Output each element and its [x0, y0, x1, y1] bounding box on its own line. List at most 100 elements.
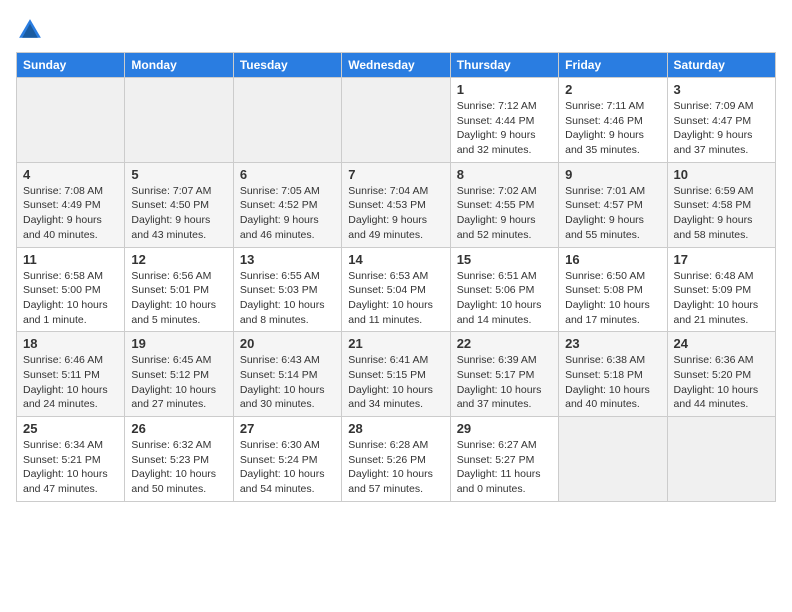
day-info: Sunrise: 6:28 AMSunset: 5:26 PMDaylight:…: [348, 438, 443, 497]
day-number: 21: [348, 336, 443, 351]
day-info: Sunrise: 7:02 AMSunset: 4:55 PMDaylight:…: [457, 184, 552, 243]
day-number: 15: [457, 252, 552, 267]
day-info: Sunrise: 6:30 AMSunset: 5:24 PMDaylight:…: [240, 438, 335, 497]
day-number: 1: [457, 82, 552, 97]
calendar-cell: 22 Sunrise: 6:39 AMSunset: 5:17 PMDayligh…: [450, 332, 558, 417]
day-info: Sunrise: 7:01 AMSunset: 4:57 PMDaylight:…: [565, 184, 660, 243]
day-info: Sunrise: 6:53 AMSunset: 5:04 PMDaylight:…: [348, 269, 443, 328]
calendar-cell: 11 Sunrise: 6:58 AMSunset: 5:00 PMDayligh…: [17, 247, 125, 332]
day-number: 22: [457, 336, 552, 351]
day-number: 9: [565, 167, 660, 182]
day-info: Sunrise: 7:11 AMSunset: 4:46 PMDaylight:…: [565, 99, 660, 158]
day-number: 5: [131, 167, 226, 182]
day-info: Sunrise: 7:12 AMSunset: 4:44 PMDaylight:…: [457, 99, 552, 158]
day-number: 24: [674, 336, 769, 351]
day-info: Sunrise: 6:48 AMSunset: 5:09 PMDaylight:…: [674, 269, 769, 328]
day-info: Sunrise: 7:07 AMSunset: 4:50 PMDaylight:…: [131, 184, 226, 243]
day-info: Sunrise: 6:43 AMSunset: 5:14 PMDaylight:…: [240, 353, 335, 412]
calendar-week-row: 18Sunrise: 6:46 AMSunset: 5:11 PMDayligh…: [17, 332, 776, 417]
calendar-cell: 28 Sunrise: 6:28 AMSunset: 5:26 PMDayligh…: [342, 417, 450, 502]
calendar-cell: 9 Sunrise: 7:01 AMSunset: 4:57 PMDaylight…: [559, 162, 667, 247]
day-info: Sunrise: 6:46 AMSunset: 5:11 PMDaylight:…: [23, 353, 118, 412]
calendar-cell: 13 Sunrise: 6:55 AMSunset: 5:03 PMDayligh…: [233, 247, 341, 332]
calendar-cell: 4 Sunrise: 7:08 AMSunset: 4:49 PMDaylight…: [17, 162, 125, 247]
calendar-cell: 7 Sunrise: 7:04 AMSunset: 4:53 PMDaylight…: [342, 162, 450, 247]
day-info: Sunrise: 6:50 AMSunset: 5:08 PMDaylight:…: [565, 269, 660, 328]
calendar-cell: 16 Sunrise: 6:50 AMSunset: 5:08 PMDayligh…: [559, 247, 667, 332]
day-info: Sunrise: 7:08 AMSunset: 4:49 PMDaylight:…: [23, 184, 118, 243]
calendar-cell: 29 Sunrise: 6:27 AMSunset: 5:27 PMDayligh…: [450, 417, 558, 502]
day-header-wednesday: Wednesday: [342, 53, 450, 78]
day-number: 4: [23, 167, 118, 182]
calendar-cell: 2 Sunrise: 7:11 AMSunset: 4:46 PMDaylight…: [559, 78, 667, 163]
day-number: 26: [131, 421, 226, 436]
day-info: Sunrise: 6:58 AMSunset: 5:00 PMDaylight:…: [23, 269, 118, 328]
calendar-table: SundayMondayTuesdayWednesdayThursdayFrid…: [16, 52, 776, 502]
logo: [16, 16, 48, 44]
calendar-cell: 5 Sunrise: 7:07 AMSunset: 4:50 PMDaylight…: [125, 162, 233, 247]
calendar-cell: 19 Sunrise: 6:45 AMSunset: 5:12 PMDayligh…: [125, 332, 233, 417]
logo-icon: [16, 16, 44, 44]
day-number: 17: [674, 252, 769, 267]
day-number: 6: [240, 167, 335, 182]
day-number: 8: [457, 167, 552, 182]
calendar-week-row: 4 Sunrise: 7:08 AMSunset: 4:49 PMDaylight…: [17, 162, 776, 247]
day-info: Sunrise: 6:32 AMSunset: 5:23 PMDaylight:…: [131, 438, 226, 497]
calendar-cell: 10 Sunrise: 6:59 AMSunset: 4:58 PMDayligh…: [667, 162, 775, 247]
day-number: 29: [457, 421, 552, 436]
calendar-cell: 12 Sunrise: 6:56 AMSunset: 5:01 PMDayligh…: [125, 247, 233, 332]
day-info: Sunrise: 6:41 AMSunset: 5:15 PMDaylight:…: [348, 353, 443, 412]
day-number: 14: [348, 252, 443, 267]
day-number: 20: [240, 336, 335, 351]
day-number: 25: [23, 421, 118, 436]
calendar-cell: [233, 78, 341, 163]
calendar-cell: 23 Sunrise: 6:38 AMSunset: 5:18 PMDayligh…: [559, 332, 667, 417]
calendar-week-row: 1 Sunrise: 7:12 AMSunset: 4:44 PMDaylight…: [17, 78, 776, 163]
day-info: Sunrise: 6:59 AMSunset: 4:58 PMDaylight:…: [674, 184, 769, 243]
calendar-cell: 24 Sunrise: 6:36 AMSunset: 5:20 PMDayligh…: [667, 332, 775, 417]
day-number: 19: [131, 336, 226, 351]
calendar-week-row: 25 Sunrise: 6:34 AMSunset: 5:21 PMDayligh…: [17, 417, 776, 502]
day-number: 28: [348, 421, 443, 436]
day-number: 23: [565, 336, 660, 351]
day-header-monday: Monday: [125, 53, 233, 78]
day-info: Sunrise: 6:55 AMSunset: 5:03 PMDaylight:…: [240, 269, 335, 328]
page-header: [16, 16, 776, 44]
calendar-cell: 18Sunrise: 6:46 AMSunset: 5:11 PMDayligh…: [17, 332, 125, 417]
day-info: Sunrise: 6:45 AMSunset: 5:12 PMDaylight:…: [131, 353, 226, 412]
calendar-cell: 15 Sunrise: 6:51 AMSunset: 5:06 PMDayligh…: [450, 247, 558, 332]
day-number: 10: [674, 167, 769, 182]
calendar-cell: [342, 78, 450, 163]
day-header-sunday: Sunday: [17, 53, 125, 78]
calendar-cell: 17 Sunrise: 6:48 AMSunset: 5:09 PMDayligh…: [667, 247, 775, 332]
calendar-cell: 20 Sunrise: 6:43 AMSunset: 5:14 PMDayligh…: [233, 332, 341, 417]
day-number: 27: [240, 421, 335, 436]
day-number: 16: [565, 252, 660, 267]
day-header-saturday: Saturday: [667, 53, 775, 78]
day-info: Sunrise: 6:36 AMSunset: 5:20 PMDaylight:…: [674, 353, 769, 412]
day-info: Sunrise: 7:09 AMSunset: 4:47 PMDaylight:…: [674, 99, 769, 158]
day-info: Sunrise: 6:56 AMSunset: 5:01 PMDaylight:…: [131, 269, 226, 328]
calendar-cell: [17, 78, 125, 163]
calendar-cell: [125, 78, 233, 163]
day-number: 12: [131, 252, 226, 267]
day-header-thursday: Thursday: [450, 53, 558, 78]
day-number: 7: [348, 167, 443, 182]
calendar-header-row: SundayMondayTuesdayWednesdayThursdayFrid…: [17, 53, 776, 78]
calendar-cell: 21 Sunrise: 6:41 AMSunset: 5:15 PMDayligh…: [342, 332, 450, 417]
day-info: Sunrise: 7:04 AMSunset: 4:53 PMDaylight:…: [348, 184, 443, 243]
calendar-cell: [667, 417, 775, 502]
day-info: Sunrise: 6:51 AMSunset: 5:06 PMDaylight:…: [457, 269, 552, 328]
calendar-cell: 14 Sunrise: 6:53 AMSunset: 5:04 PMDayligh…: [342, 247, 450, 332]
day-number: 2: [565, 82, 660, 97]
day-header-friday: Friday: [559, 53, 667, 78]
day-number: 13: [240, 252, 335, 267]
day-number: 11: [23, 252, 118, 267]
day-info: Sunrise: 6:39 AMSunset: 5:17 PMDaylight:…: [457, 353, 552, 412]
calendar-week-row: 11 Sunrise: 6:58 AMSunset: 5:00 PMDayligh…: [17, 247, 776, 332]
day-info: Sunrise: 6:34 AMSunset: 5:21 PMDaylight:…: [23, 438, 118, 497]
calendar-cell: [559, 417, 667, 502]
calendar-cell: 25 Sunrise: 6:34 AMSunset: 5:21 PMDayligh…: [17, 417, 125, 502]
day-info: Sunrise: 6:27 AMSunset: 5:27 PMDaylight:…: [457, 438, 552, 497]
day-info: Sunrise: 6:38 AMSunset: 5:18 PMDaylight:…: [565, 353, 660, 412]
